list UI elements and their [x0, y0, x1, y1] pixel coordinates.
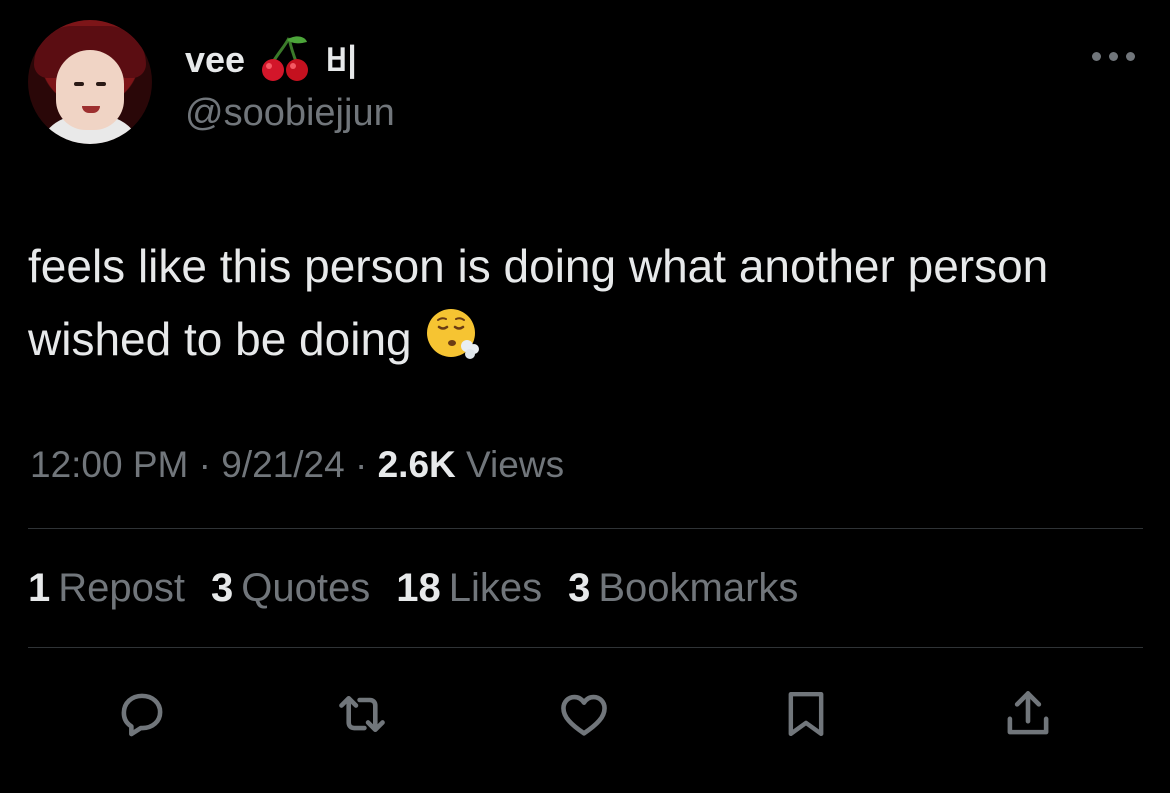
stat-bookmarks[interactable]: 3 Bookmarks [568, 566, 798, 611]
bookmark-icon [788, 691, 824, 737]
tweet-text: feels like this person is doing what ano… [28, 240, 1049, 366]
stat-reposts[interactable]: 1 Repost [28, 566, 185, 611]
divider [28, 647, 1143, 648]
tweet-meta: 12:00 PM · 9/21/24 · 2.6K Views [30, 444, 564, 486]
like-button[interactable] [552, 682, 616, 746]
tweet-text-container: feels like this person is doing what ano… [28, 230, 1128, 384]
stat-likes[interactable]: 18 Likes [396, 566, 542, 611]
author-name-row[interactable]: vee 비 [185, 35, 358, 83]
share-button[interactable] [996, 682, 1060, 746]
reply-button[interactable] [110, 682, 174, 746]
reply-bubble-icon [121, 693, 163, 737]
tweet-date[interactable]: 9/21/24 [221, 444, 344, 485]
views-label: Views [466, 444, 565, 485]
author-display-name[interactable]: vee [185, 39, 245, 81]
more-options-icon[interactable] [1092, 46, 1142, 66]
repost-button[interactable] [330, 682, 394, 746]
views-count: 2.6K [377, 444, 456, 485]
meta-separator: · [355, 444, 368, 485]
tweet-time[interactable]: 12:00 PM [30, 444, 188, 485]
cherries-icon [259, 32, 311, 89]
avatar[interactable] [28, 20, 152, 144]
share-upload-icon [1007, 691, 1049, 735]
stat-quotes[interactable]: 3 Quotes [211, 566, 370, 611]
author-handle[interactable]: @soobiejjun [185, 92, 395, 135]
divider [28, 528, 1143, 529]
author-name-suffix: 비 [325, 42, 359, 83]
face-exhaling-icon [422, 302, 484, 384]
meta-separator: · [198, 444, 211, 485]
repost-arrows-icon [339, 695, 385, 733]
bookmark-button[interactable] [774, 682, 838, 746]
engagement-stats: 1 Repost 3 Quotes 18 Likes 3 Bookmarks [28, 566, 798, 611]
heart-icon [561, 694, 607, 736]
